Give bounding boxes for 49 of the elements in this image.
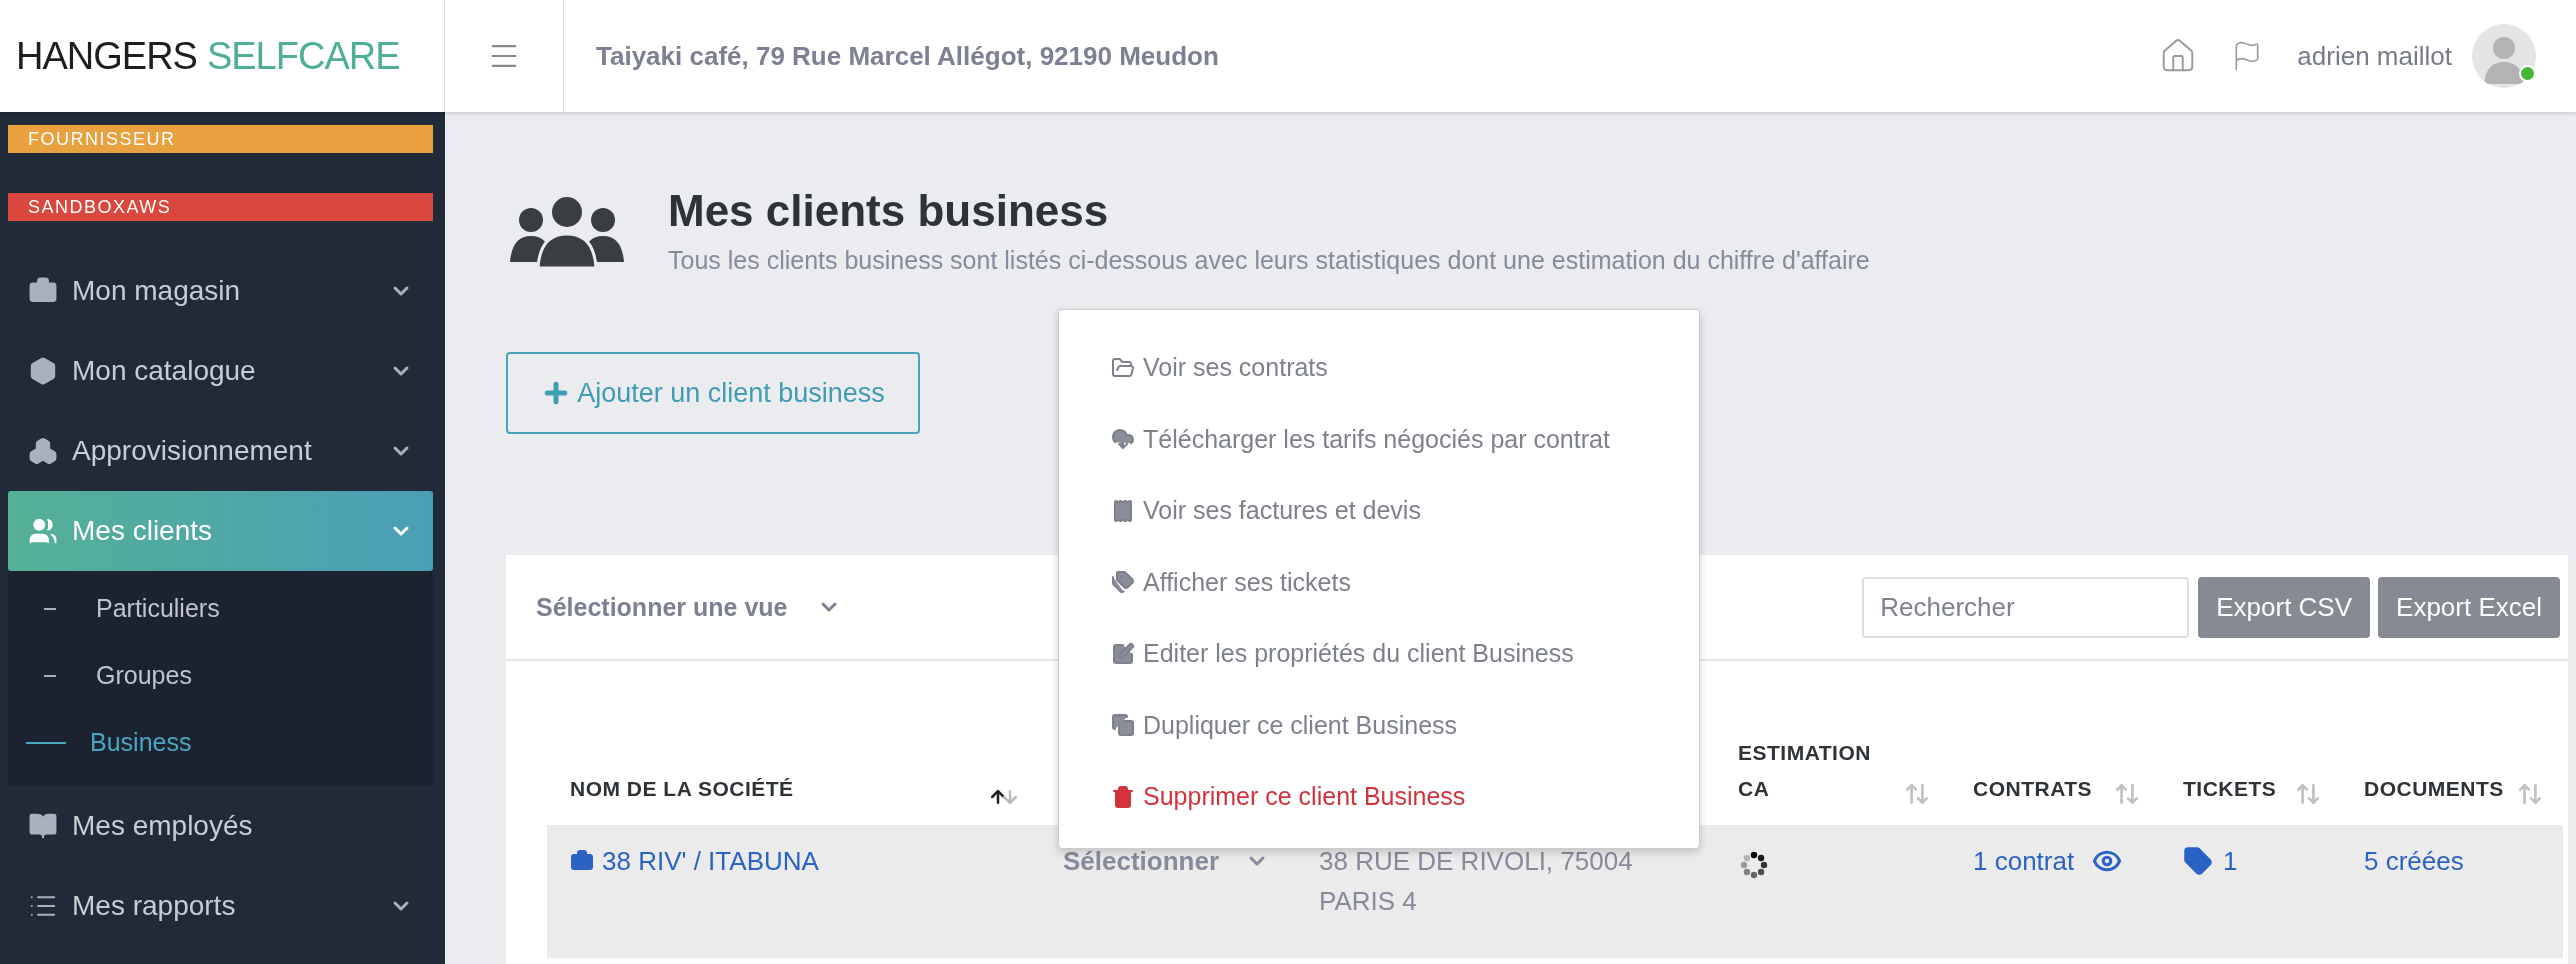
address-text: 38 RUE DE RIVOLI, 75004 PARIS 4 (1319, 845, 1634, 918)
sort-icon[interactable] (988, 787, 1020, 807)
column-header: DOCUMENTS (2364, 776, 2504, 802)
sidebar-item[interactable]: Mon magasin (8, 251, 433, 331)
environment-badge: FOURNISSEUR (8, 125, 433, 153)
column-header: ESTIMATION CA (1738, 740, 1872, 802)
sidebar-subitem[interactable]: Business (8, 709, 433, 776)
sidebar-subitem[interactable]: Groupes (8, 642, 433, 709)
folder-icon (1111, 355, 1135, 380)
logo: HANGERS SELFCARE (16, 34, 400, 78)
user-name[interactable]: adrien maillot (2297, 40, 2452, 72)
trash-icon (1111, 784, 1135, 809)
edit-icon (1111, 641, 1135, 666)
sidebar-item[interactable]: Mon catalogue (8, 331, 433, 411)
menu-item[interactable]: Télécharger les tarifs négociés par contrat (1059, 403, 1699, 475)
sidebar-item[interactable]: Approvisionnement (8, 411, 433, 491)
tags-icon (1111, 570, 1135, 595)
briefcase-icon (570, 849, 594, 873)
users-icon (28, 516, 58, 546)
search-field[interactable]: Rechercher (1862, 576, 2190, 638)
book-icon (28, 811, 58, 841)
page-subtitle: Tous les clients business sont listés ci-dessous avec leurs statistiques dont une estimation du chiffre d'affaire (668, 245, 1870, 275)
sidebar-item[interactable]: Mes employés (8, 786, 433, 866)
table-row[interactable]: 38 RIV' / ITABUNA Sélectionner 38 RUE DE RIVOLI, 75004 PARIS 4 1 contrat 1 5 créées (547, 825, 2563, 958)
box-icon (28, 356, 58, 386)
sidebar-subitem[interactable]: Particuliers (8, 575, 433, 642)
column-header: NOM DE LA SOCIÉTÉ (570, 776, 794, 802)
contracts-link[interactable]: 1 contrat (1973, 841, 2075, 881)
export-button[interactable]: Export CSV (2198, 576, 2371, 638)
tag-icon (2183, 846, 2213, 876)
column-header: CONTRATS (1973, 776, 2093, 802)
cloud-download-icon (1111, 427, 1135, 452)
menu-item[interactable]: Dupliquer ce client Business (1059, 689, 1699, 761)
column-header: TICKETS (2183, 776, 2277, 802)
tickets-link[interactable]: 1 (2223, 841, 2238, 881)
menu-item[interactable]: Voir ses factures et devis (1059, 475, 1699, 547)
documents-link[interactable]: 5 créées (2364, 841, 2464, 881)
sidebar-item[interactable]: Mes rapports (8, 866, 433, 946)
company-link[interactable]: 38 RIV' / ITABUNA (570, 841, 819, 881)
menu-item[interactable]: Voir ses contrats (1059, 332, 1699, 404)
page-title: Mes clients business (668, 185, 1110, 236)
export-button[interactable]: Export Excel (2378, 576, 2560, 638)
action-select[interactable]: Sélectionner (1063, 841, 1270, 881)
add-client-button[interactable]: Ajouter un client business (506, 352, 920, 434)
receipt-icon (1111, 498, 1135, 523)
copy-icon (1111, 713, 1135, 738)
store-address: Taiyaki café, 79 Rue Marcel Allégot, 92190 Meudon (596, 40, 1220, 72)
sidebar-item[interactable]: Mes clients (8, 491, 433, 571)
environment-badge: SANDBOXAWS (8, 193, 433, 221)
